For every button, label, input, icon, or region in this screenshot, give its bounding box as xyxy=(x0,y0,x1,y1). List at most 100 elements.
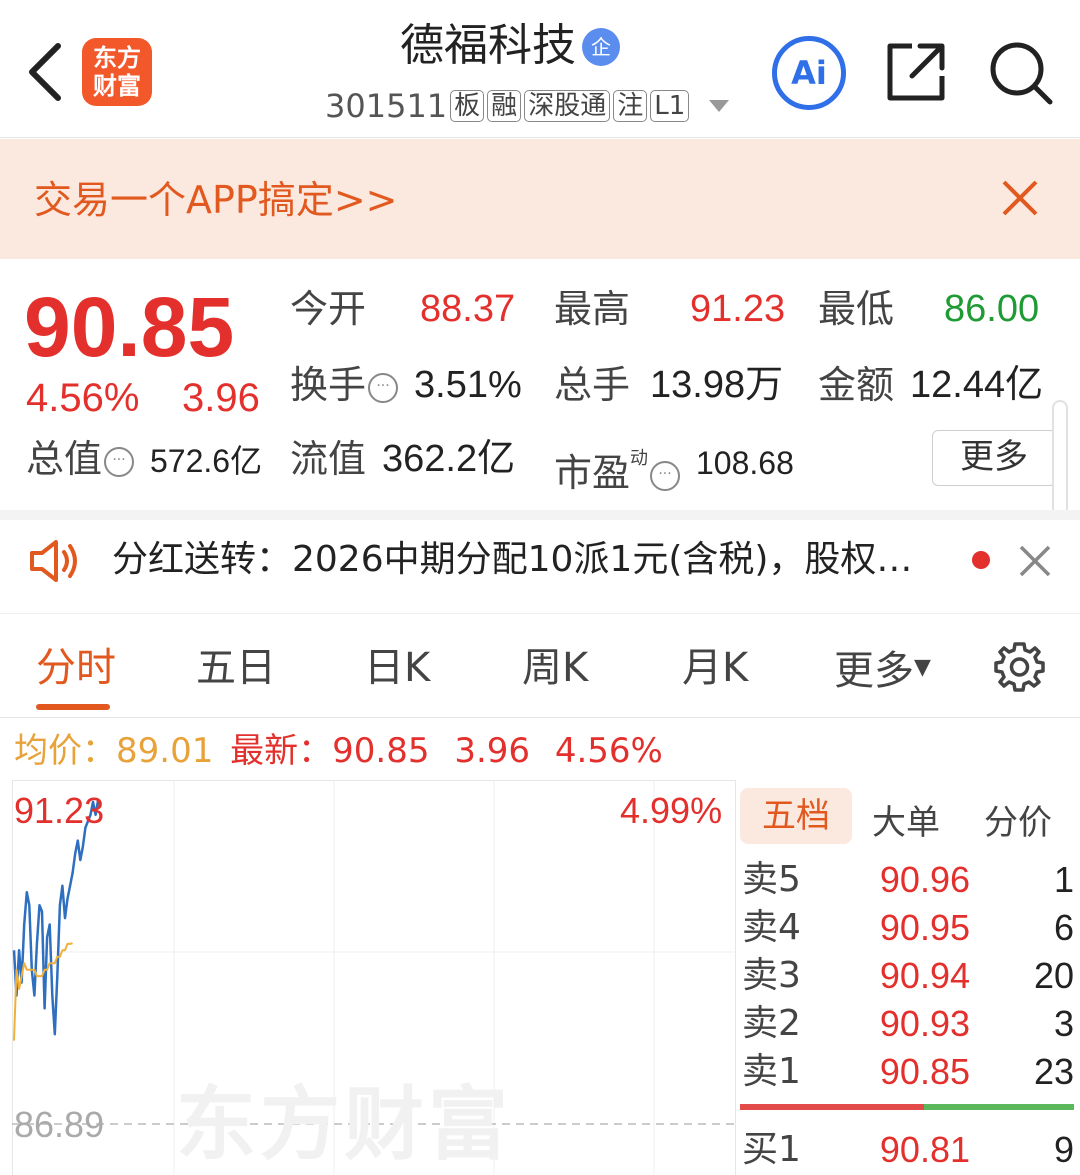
chart-info-line: 均价：89.01 最新：90.85 3.96 4.56% xyxy=(14,728,663,774)
share-icon[interactable] xyxy=(884,40,948,104)
bid-volume: 9 xyxy=(1053,1129,1074,1170)
promo-banner-text[interactable]: 交易一个APP搞定>> xyxy=(34,177,398,223)
pe-label-text: 市盈 xyxy=(554,451,631,495)
scrollbar[interactable] xyxy=(1052,400,1068,516)
ask-price: 90.94 xyxy=(879,955,970,996)
tag-connect: 深股通 xyxy=(524,90,611,122)
back-icon[interactable] xyxy=(22,40,70,104)
tab-more[interactable]: 更多▼ xyxy=(834,640,931,699)
pe-label: 市盈动··· xyxy=(554,436,681,496)
ask-price: 90.85 xyxy=(879,1051,970,1092)
stock-code-row[interactable]: 301511 板 融 深股通 注 L1 xyxy=(325,86,730,126)
change-percent: 4.56% xyxy=(26,376,140,420)
ask-label: 卖4 xyxy=(742,907,801,948)
close-icon[interactable] xyxy=(1018,544,1052,578)
last-price: 90.85 xyxy=(24,280,235,374)
app-logo-line1: 东方 xyxy=(93,44,141,72)
close-icon[interactable] xyxy=(998,176,1042,220)
ask-volume: 20 xyxy=(1033,955,1074,996)
tab-daily-k[interactable]: 日K xyxy=(364,640,430,696)
chart-low-label: 86.89 xyxy=(14,1104,105,1145)
tab-more-label: 更多 xyxy=(834,648,914,694)
promo-banner[interactable]: 交易一个APP搞定>> xyxy=(0,139,1080,259)
turnover-label: 换手 ··· xyxy=(290,362,399,408)
tab-weekly-k[interactable]: 周K xyxy=(522,640,588,696)
speaker-icon xyxy=(30,540,77,582)
tab-intraday[interactable]: 分时 xyxy=(36,640,116,696)
open-value: 88.37 xyxy=(420,288,516,330)
bid-strength-bar xyxy=(924,1104,1074,1110)
avg-value: 89.01 xyxy=(116,731,214,771)
pe-dynamic-mark: 动 xyxy=(630,448,649,469)
price-line xyxy=(12,799,100,1036)
ask-row[interactable]: 卖3 90.94 20 xyxy=(740,952,1074,1000)
tag-level: L1 xyxy=(650,90,690,122)
unread-dot xyxy=(972,551,990,569)
latest-change: 3.96 xyxy=(454,731,531,771)
amount-value: 12.44亿 xyxy=(910,364,1044,406)
ask-label: 卖3 xyxy=(742,955,801,996)
notice-text[interactable]: 分红送转：2026中期分配10派1元(含税)，股权… xyxy=(112,534,912,586)
tab-five-day[interactable]: 五日 xyxy=(196,640,276,696)
float-label: 流值 xyxy=(290,437,367,481)
ask-volume: 3 xyxy=(1053,1003,1074,1044)
orderbook-tab-price-dist[interactable]: 分价 xyxy=(984,800,1052,846)
mktcap-label: 总值 ··· xyxy=(26,436,135,482)
caret-down-icon: ▼ xyxy=(914,655,931,680)
pe-value: 108.68 xyxy=(696,445,794,481)
tag-margin: 融 xyxy=(487,90,522,122)
avg-label: 均价： xyxy=(14,731,116,771)
open-label: 今开 xyxy=(290,287,367,331)
enterprise-badge-icon: 企 xyxy=(582,28,620,66)
info-icon[interactable]: ··· xyxy=(650,461,681,491)
ask-strength-bar xyxy=(740,1104,924,1110)
chart-high-label: 91.23 xyxy=(14,790,105,831)
bid-label: 买1 xyxy=(742,1129,801,1170)
search-icon[interactable] xyxy=(988,40,1054,106)
latest-value: 90.85 xyxy=(332,731,430,771)
change-amount: 3.96 xyxy=(182,376,260,420)
ask-volume: 1 xyxy=(1053,859,1074,900)
ask-row[interactable]: 卖4 90.95 6 xyxy=(740,904,1074,952)
ask-price: 90.95 xyxy=(879,907,970,948)
high-value: 91.23 xyxy=(690,288,786,330)
orderbook-tab-five-level[interactable]: 五档 xyxy=(740,788,852,844)
info-icon[interactable]: ··· xyxy=(368,373,399,403)
ask-volume: 23 xyxy=(1033,1051,1074,1092)
stock-title[interactable]: 德福科技企 xyxy=(300,18,720,74)
ask-price: 90.96 xyxy=(879,859,970,900)
app-logo: 东方 财富 xyxy=(82,38,152,106)
tag-board: 板 xyxy=(450,90,485,122)
ask-row[interactable]: 卖2 90.93 3 xyxy=(740,1000,1074,1048)
amount-label: 金额 xyxy=(818,363,895,407)
float-value: 362.2亿 xyxy=(382,438,516,480)
low-value: 86.00 xyxy=(944,288,1040,330)
more-quote-button[interactable]: 更多 xyxy=(932,430,1056,486)
tag-registered: 注 xyxy=(613,90,648,122)
active-tab-indicator xyxy=(36,704,110,710)
gear-icon[interactable] xyxy=(992,640,1046,694)
turnover-value: 3.51% xyxy=(414,364,522,406)
chart-high-pct-label: 4.99% xyxy=(620,790,723,831)
ask-label: 卖1 xyxy=(742,1051,801,1092)
mktcap-value: 572.6亿 xyxy=(150,443,263,479)
ai-assistant-button[interactable]: Ai xyxy=(772,36,846,110)
ask-row[interactable]: 卖5 90.96 1 xyxy=(740,856,1074,904)
ask-price: 90.93 xyxy=(879,1003,970,1044)
stock-name: 德福科技 xyxy=(400,20,576,71)
latest-label: 最新： xyxy=(230,731,333,771)
volume-label: 总手 xyxy=(554,363,631,407)
latest-pct: 4.56% xyxy=(554,731,663,771)
high-label: 最高 xyxy=(554,287,631,331)
turnover-label-text: 换手 xyxy=(290,363,367,407)
ask-row[interactable]: 卖1 90.85 23 xyxy=(740,1048,1074,1096)
ask-label: 卖2 xyxy=(742,1003,801,1044)
low-label: 最低 xyxy=(818,287,895,331)
chevron-down-icon[interactable] xyxy=(709,100,730,112)
orderbook-tab-large-orders[interactable]: 大单 xyxy=(872,800,940,846)
tab-monthly-k[interactable]: 月K xyxy=(682,640,748,696)
bid-row[interactable]: 买1 90.81 9 xyxy=(740,1126,1074,1174)
volume-value: 13.98万 xyxy=(650,364,784,406)
info-icon[interactable]: ··· xyxy=(104,447,135,477)
mktcap-label-text: 总值 xyxy=(26,437,103,481)
